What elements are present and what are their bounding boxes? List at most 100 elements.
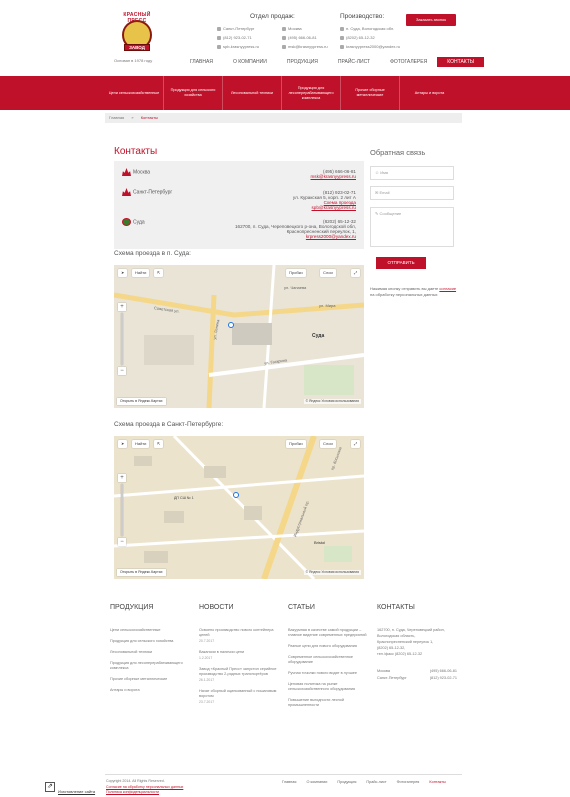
spb-email[interactable]: spb@krasnyypress.ru bbox=[293, 205, 357, 210]
nav-gallery[interactable]: ФОТОГАЛЕРЕЯ bbox=[380, 57, 437, 67]
footer-news-title: НОВОСТИ bbox=[199, 604, 234, 611]
message-field[interactable]: ✎ Сообщение bbox=[370, 207, 454, 247]
article-link[interactable]: Разные цепи для нового оборудования bbox=[288, 644, 368, 649]
developer-link[interactable]: Изготовление сайта bbox=[58, 789, 95, 794]
category-item[interactable]: Прочие сборные металлические bbox=[341, 76, 400, 110]
footer-product-link[interactable]: Прочие сборные металлические bbox=[110, 677, 190, 682]
developer-icon[interactable]: ⇗ bbox=[45, 782, 55, 792]
find-button[interactable]: Найти bbox=[132, 440, 150, 448]
zoom-slider[interactable] bbox=[121, 313, 123, 365]
news-date: 26.1.2017 bbox=[199, 678, 215, 682]
zoom-out-button[interactable]: − bbox=[118, 538, 126, 546]
nav-pricelist[interactable]: ПРАЙС-ЛИСТ bbox=[328, 57, 380, 67]
map-spb[interactable]: Индустриальный пр. пр. Косыгина Bristol … bbox=[114, 436, 364, 579]
breadcrumb-separator: » bbox=[131, 115, 134, 120]
suda-email[interactable]: krpress2000@yandex.ru bbox=[235, 234, 356, 239]
map-copyright[interactable]: © Яндекс Условия использования bbox=[303, 570, 361, 575]
expand-icon[interactable]: ⤢ bbox=[351, 440, 361, 448]
open-yandex-maps-link[interactable]: Открыть в Яндекс.Картах bbox=[117, 569, 166, 576]
open-yandex-maps-link[interactable]: Открыть в Яндекс.Картах bbox=[117, 398, 166, 405]
find-button[interactable]: Найти bbox=[132, 269, 150, 277]
phone-icon bbox=[217, 35, 221, 40]
footer-product-link[interactable]: Антары и воротa bbox=[110, 688, 190, 693]
article-link[interactable]: Ценовая политика на рынке сельскохозяйст… bbox=[288, 682, 368, 692]
prod-city: п. Суда, Вологодская обл. bbox=[346, 26, 395, 31]
sales-spb-phone[interactable]: (812) 923-02-71 bbox=[223, 35, 252, 40]
locate-button[interactable]: ➤ bbox=[118, 440, 128, 448]
map-copyright[interactable]: © Яндекс Условия использования bbox=[303, 399, 361, 404]
footer-contact-phone[interactable]: (495) 666-06-81 bbox=[430, 669, 457, 674]
category-item[interactable]: Продукция для сельского хозяйства bbox=[164, 76, 223, 110]
locate-button[interactable]: ➤ bbox=[118, 269, 128, 277]
sales-msk-phone[interactable]: (495) 666-06-81 bbox=[288, 35, 317, 40]
consent-link[interactable]: согласие bbox=[439, 286, 456, 291]
nav-contacts[interactable]: КОНТАКТЫ bbox=[437, 57, 485, 67]
map-marker-icon[interactable] bbox=[233, 492, 239, 498]
news-text[interactable]: Освоено производство нового контейнера ц… bbox=[199, 628, 279, 638]
footer-menu-item[interactable]: О компании bbox=[306, 780, 327, 784]
nav-about[interactable]: О КОМПАНИИ bbox=[223, 57, 277, 67]
map-marker-icon[interactable] bbox=[228, 322, 234, 328]
fullscreen-button[interactable]: ⇱ bbox=[154, 440, 164, 448]
footer-address-line: (8202) 65-12-32, bbox=[377, 646, 406, 650]
footer-product-link[interactable]: Продукция для лесоперерабатывающего комп… bbox=[110, 661, 190, 671]
traffic-button[interactable]: Пробки bbox=[286, 440, 306, 448]
news-date: 20.7.2017 bbox=[199, 639, 215, 643]
article-link[interactable]: Вакуумная в качестве самой продукции – г… bbox=[288, 628, 368, 638]
logo[interactable]: КРАСНЫЙ ПРЕСС ЗАВОД bbox=[114, 12, 160, 58]
sales-spb-email[interactable]: spb-krasnyypress.ru bbox=[223, 44, 259, 49]
moscow-email[interactable]: msk@krasnyypress.ru bbox=[310, 174, 356, 179]
footer-address-line: Краснопресненский переулок 1, bbox=[377, 640, 434, 644]
zoom-in-button[interactable]: + bbox=[118, 474, 126, 482]
footer-product-link[interactable]: Продукция для сельского хозяйства bbox=[110, 639, 190, 644]
footer-product-link[interactable]: Цепи сельскохозяйственные bbox=[110, 628, 190, 633]
footer-menu-item[interactable]: Продукция bbox=[337, 780, 356, 784]
footer-menu-item[interactable]: Контакты bbox=[429, 780, 445, 784]
send-button[interactable]: ОТПРАВИТЬ bbox=[376, 257, 426, 269]
fullscreen-button[interactable]: ⇱ bbox=[154, 269, 164, 277]
email-field[interactable]: ✉ Email bbox=[370, 186, 454, 200]
footer-menu-item[interactable]: Фотогалерея bbox=[397, 780, 420, 784]
call-request-button[interactable]: Заказать звонок bbox=[406, 14, 456, 26]
privacy-link[interactable]: Политика конфиденциальности bbox=[106, 790, 159, 795]
prod-phone[interactable]: (8202) 65-12-32 bbox=[346, 35, 375, 40]
layers-button[interactable]: Слои bbox=[320, 440, 336, 448]
zoom-in-button[interactable]: + bbox=[118, 303, 126, 311]
nav-products[interactable]: ПРОДУКЦИЯ bbox=[277, 57, 328, 67]
sales-msk-email[interactable]: msk@krasnyypress.ru bbox=[288, 44, 328, 49]
zoom-out-button[interactable]: − bbox=[118, 367, 126, 375]
category-item[interactable]: Антары и воротa bbox=[400, 76, 459, 110]
spb-landmark-icon bbox=[122, 188, 131, 196]
category-item[interactable]: Цепи сельскохозяйственные bbox=[105, 76, 164, 110]
traffic-button[interactable]: Пробки bbox=[286, 269, 306, 277]
footer-address-line: тел./факс (8202) 65-12-32 bbox=[377, 652, 423, 656]
map-suda[interactable]: Советская ул. ул. Ленина ул. Гагарина Су… bbox=[114, 265, 364, 408]
article-link[interactable]: Современное сельскохозяйственное оборудо… bbox=[288, 655, 368, 665]
zoom-slider[interactable] bbox=[121, 484, 123, 536]
expand-icon[interactable]: ⤢ bbox=[351, 269, 361, 277]
footer-contact-row: Москва (495) 666-06-81 bbox=[377, 669, 457, 674]
news-text[interactable]: Завод «Красный Пресс» запустил серийное … bbox=[199, 667, 279, 677]
news-item[interactable]: Освоено производство нового контейнера ц… bbox=[199, 628, 279, 644]
article-link[interactable]: Повышение выгодности лесной промышленнос… bbox=[288, 698, 368, 708]
name-field[interactable]: ☺ Имя bbox=[370, 166, 454, 180]
breadcrumb-home[interactable]: Главная bbox=[109, 115, 124, 120]
category-item[interactable]: Лесоповальной техники bbox=[223, 76, 282, 110]
footer-menu-item[interactable]: Прайс-лист bbox=[366, 780, 386, 784]
article-link[interactable]: Ручная точилки нового видят в лучшее bbox=[288, 671, 368, 676]
news-item[interactable]: Начат сборный оцинкованный с пошаговым в… bbox=[199, 689, 279, 705]
category-item[interactable]: Продукция для лесоперерабатывающего комп… bbox=[282, 76, 341, 110]
contacts-box: Москва (495) 666-06-81 msk@krasnyypress.r… bbox=[114, 161, 364, 249]
news-item[interactable]: Завод «Красный Пресс» запустил серийное … bbox=[199, 667, 279, 683]
layers-button[interactable]: Слои bbox=[320, 269, 336, 277]
news-text[interactable]: Вакансии в наличии цепи bbox=[199, 650, 279, 655]
nav-home[interactable]: ГЛАВНАЯ bbox=[180, 57, 223, 67]
location-icon bbox=[217, 26, 221, 31]
footer-contact-phone[interactable]: (812) 923-02-71 bbox=[430, 676, 457, 681]
footer-menu: Главная О компании Продукция Прайс-лист … bbox=[282, 780, 446, 784]
prod-email[interactable]: krasnyypress2000@yandex.ru bbox=[346, 44, 400, 49]
news-item[interactable]: Вакансии в наличии цепи 1.2.2017 bbox=[199, 650, 279, 661]
footer-menu-item[interactable]: Главная bbox=[282, 780, 296, 784]
news-text[interactable]: Начат сборный оцинкованный с пошаговым в… bbox=[199, 689, 279, 699]
footer-product-link[interactable]: Лесоповальной техники bbox=[110, 650, 190, 655]
